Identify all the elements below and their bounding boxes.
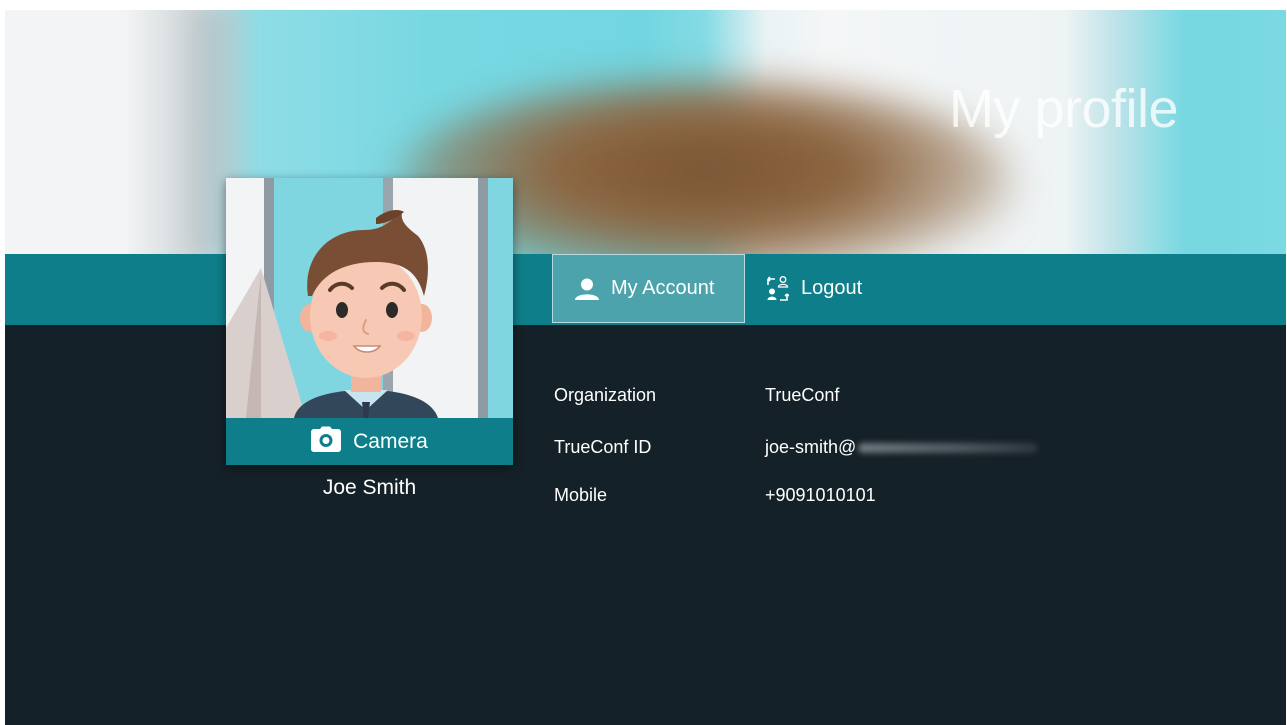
tab-label: My Account [611, 277, 715, 299]
page-title: My profile [948, 79, 1179, 139]
camera-icon [311, 426, 342, 458]
tab-bar: My Account Logout [5, 254, 1286, 325]
blurred-domain [858, 443, 1039, 454]
camera-label: Camera [353, 429, 428, 453]
tab-logout[interactable]: Logout [767, 254, 862, 323]
info-value-wrap: joe-smith@ [765, 437, 1039, 458]
info-label: TrueConf ID [554, 437, 652, 457]
avatar-card: Camera [226, 178, 513, 465]
profile-screen: My profile My Account Logout Camera Joe … [5, 10, 1286, 725]
tab-label: Logout [801, 277, 863, 299]
profile-banner: My profile [5, 10, 1286, 280]
info-value: TrueConf [765, 385, 840, 405]
user-name: Joe Smith [322, 476, 417, 499]
info-label: Mobile [554, 485, 608, 505]
info-label: Organization [554, 385, 657, 405]
user-icon [575, 278, 599, 300]
logout-icon [767, 275, 789, 302]
camera-button[interactable]: Camera [226, 418, 513, 465]
info-value: joe-smith@ [765, 437, 857, 457]
info-value: +9091010101 [765, 485, 876, 505]
tab-my-account[interactable]: My Account [552, 254, 745, 323]
avatar-image [226, 178, 513, 418]
